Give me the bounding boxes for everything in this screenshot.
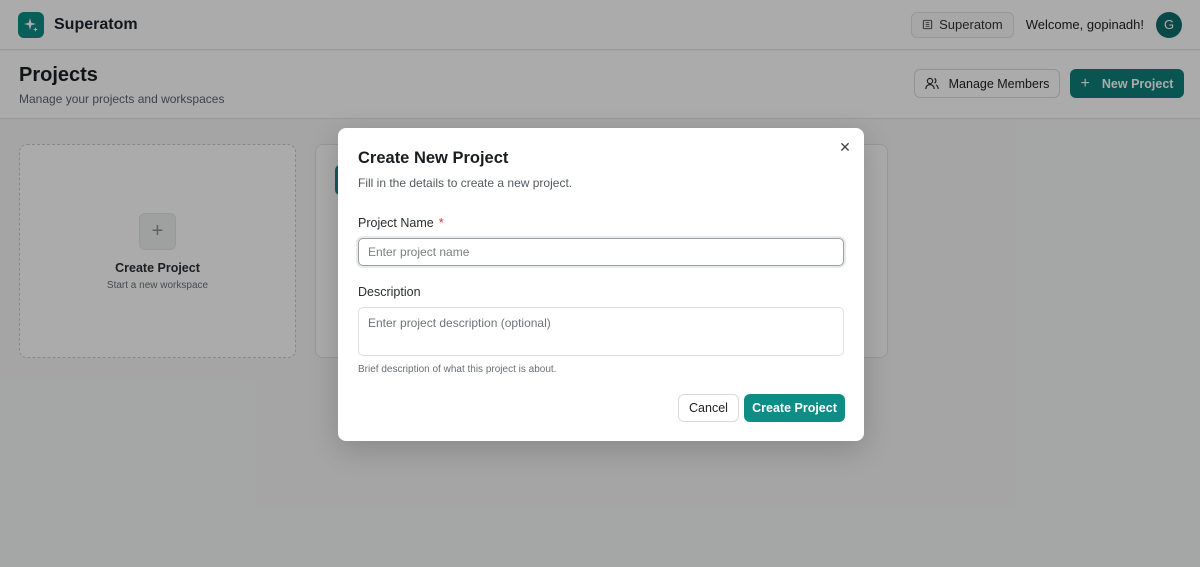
required-marker: *: [438, 216, 444, 230]
dialog-title: Create New Project: [358, 149, 509, 167]
project-name-label: Project Name *: [358, 216, 444, 230]
cancel-button[interactable]: Cancel: [678, 394, 739, 422]
create-project-dialog: ✕ Create New Project Fill in the details…: [338, 128, 864, 441]
create-project-button[interactable]: Create Project: [744, 394, 845, 422]
project-name-input[interactable]: [358, 238, 844, 266]
description-textarea[interactable]: [358, 307, 844, 356]
description-hint: Brief description of what this project i…: [358, 364, 557, 375]
close-icon[interactable]: ✕: [838, 140, 852, 154]
dialog-subtitle: Fill in the details to create a new proj…: [358, 176, 573, 190]
app-root: Superatom Superatom Welcome, gopinadh! G…: [0, 0, 1200, 567]
project-name-label-text: Project Name: [358, 216, 434, 230]
description-label: Description: [358, 285, 421, 299]
